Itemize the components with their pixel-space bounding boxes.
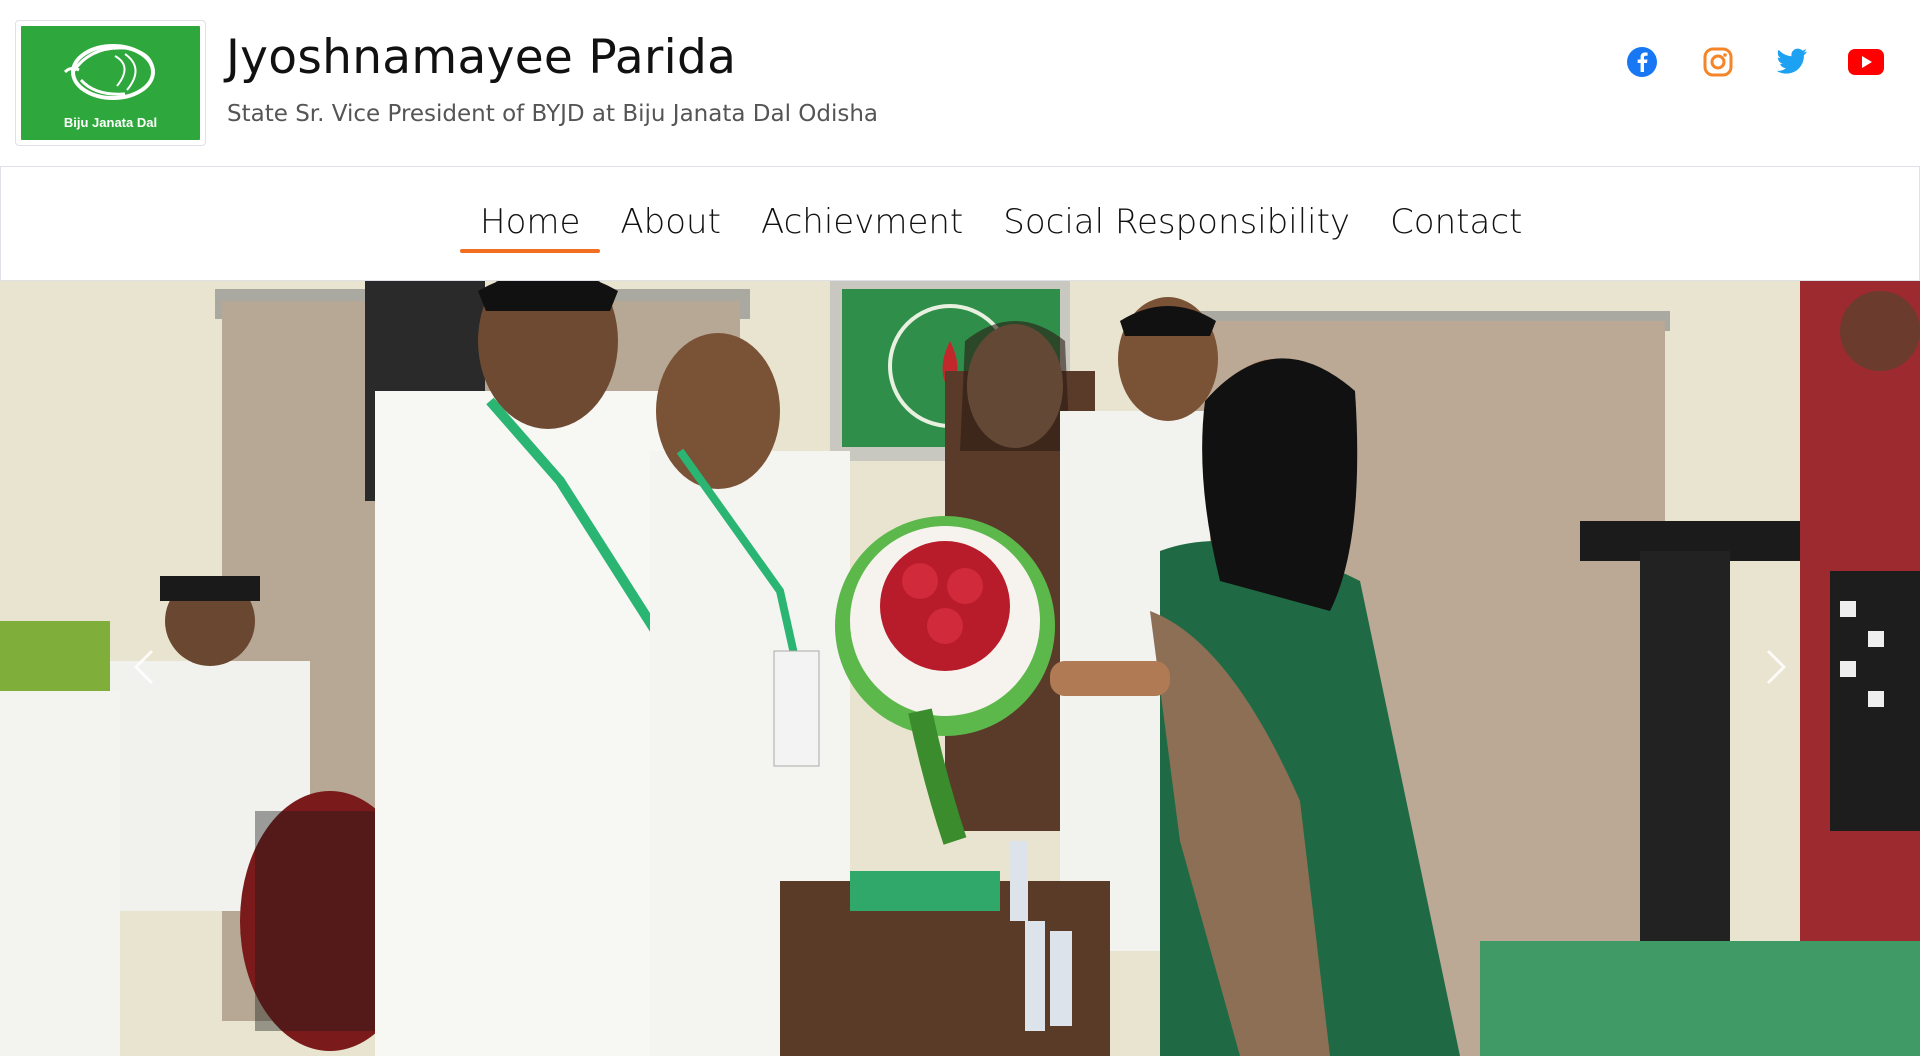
conch-shell-icon	[63, 44, 155, 100]
hero-photo	[0, 281, 1920, 1056]
chevron-right-icon	[1766, 649, 1787, 685]
site-header: Biju Janata Dal Jyoshnamayee Parida Stat…	[0, 0, 1920, 166]
nav-item-contact[interactable]: Contact	[1370, 201, 1542, 243]
nav-item-social-responsibility[interactable]: Social Responsibility	[983, 201, 1370, 243]
carousel-prev-button[interactable]	[124, 637, 164, 697]
hero-carousel	[0, 281, 1920, 1056]
site-title: Jyoshnamayee Parida	[226, 30, 737, 85]
nav-item-about[interactable]: About	[600, 201, 741, 243]
twitter-link[interactable]	[1774, 44, 1810, 80]
facebook-icon	[1627, 47, 1657, 77]
youtube-link[interactable]	[1848, 44, 1884, 80]
site-subtitle: State Sr. Vice President of BYJD at Biju…	[227, 101, 879, 127]
chevron-left-icon	[133, 649, 154, 685]
party-logo[interactable]: Biju Janata Dal	[15, 20, 206, 146]
youtube-icon	[1848, 49, 1884, 75]
instagram-icon	[1703, 47, 1733, 77]
nav-item-achievment[interactable]: Achievment	[741, 201, 983, 243]
logo-background: Biju Janata Dal	[21, 26, 200, 140]
logo-caption: Biju Janata Dal	[63, 115, 158, 130]
carousel-next-button[interactable]	[1756, 637, 1796, 697]
instagram-link[interactable]	[1700, 44, 1736, 80]
twitter-icon	[1776, 48, 1807, 74]
facebook-link[interactable]	[1624, 44, 1660, 80]
main-nav: Home About Achievment Social Responsibil…	[0, 166, 1920, 281]
nav-list: Home About Achievment Social Responsibil…	[460, 201, 1542, 253]
nav-item-home[interactable]: Home	[460, 201, 601, 253]
